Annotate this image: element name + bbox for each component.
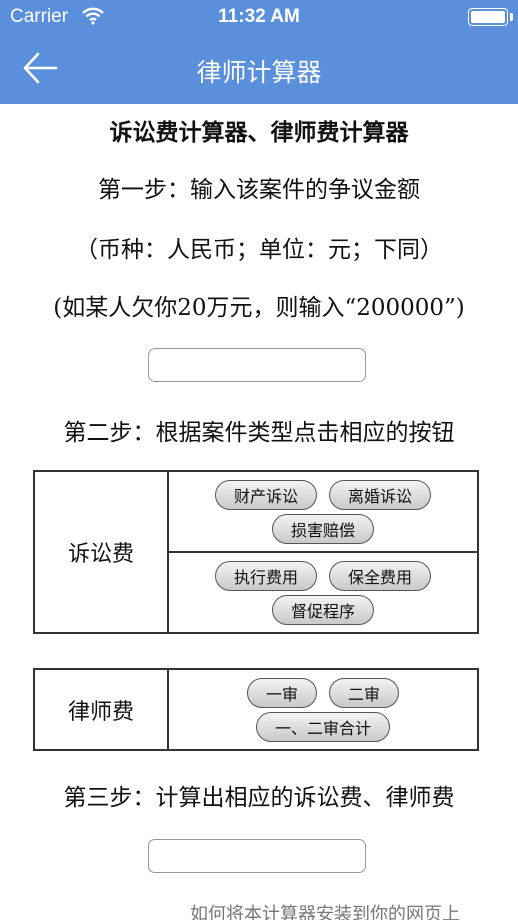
step1-note: （币种：人民币；单位：元；下同） [75,237,443,263]
step2-text: 第二步：根据案件类型点击相应的按钮 [63,420,455,446]
step3-text: 第三步：计算出相应的诉讼费、律师费 [63,785,455,811]
lawyer-fee-group: 一审 二审 一、二审合计 [169,670,477,749]
amount-input[interactable] [148,348,366,382]
damage-compensation-button[interactable]: 损害赔偿 [271,513,374,544]
install-link[interactable]: 如何将本计算器安装到你的网页上 [190,900,460,920]
second-instance-button[interactable]: 二审 [329,677,400,708]
execution-fee-button[interactable]: 执行费用 [214,560,317,591]
litigation-group-1: 财产诉讼 离婚诉讼 损害赔偿 [169,472,477,551]
status-bar: Carrier 11:32 AM [0,0,518,34]
lawyer-fee-label: 律师费 [35,670,169,749]
battery-icon [468,8,508,26]
first-instance-button[interactable]: 一审 [246,677,317,708]
battery-tip [510,13,513,21]
property-litigation-button[interactable]: 财产诉讼 [214,479,317,510]
status-time: 11:32 AM [218,6,300,27]
divorce-litigation-button[interactable]: 离婚诉讼 [329,479,432,510]
page-title: 律师计算器 [196,58,322,87]
step1-example: (如某人欠你20万元，则输入“200000”) [53,295,465,321]
supervision-procedure-button[interactable]: 督促程序 [271,594,374,625]
nav-header: Carrier 11:32 AM 律师计算器 [0,0,518,104]
step1-text: 第一步：输入该案件的争议金额 [98,177,420,203]
combined-instance-button[interactable]: 一、二审合计 [255,711,390,742]
litigation-fee-label: 诉讼费 [35,472,169,632]
preservation-fee-button[interactable]: 保全费用 [329,560,432,591]
litigation-group-2: 执行费用 保全费用 督促程序 [169,551,477,632]
litigation-fee-table: 诉讼费 财产诉讼 离婚诉讼 损害赔偿 执行费用 保全费用 督促程序 [33,470,479,634]
result-input[interactable] [148,839,366,873]
lawyer-fee-table: 律师费 一审 二审 一、二审合计 [33,668,479,751]
calculator-heading: 诉讼费计算器、律师费计算器 [109,119,409,146]
